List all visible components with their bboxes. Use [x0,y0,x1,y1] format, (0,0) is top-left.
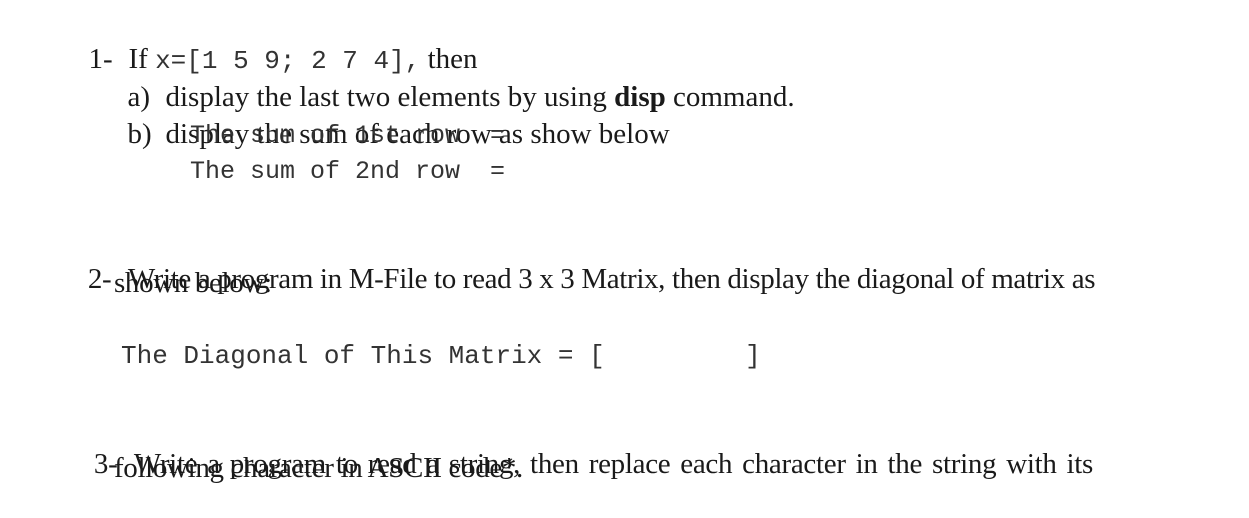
question-1-output-line-2: The sum of 2nd row = [190,157,506,186]
question-2-text-line-1: Write a program in M-File to read 3 x 3 … [127,263,1096,295]
question-2-line-2: shown below: [114,267,272,299]
part-b-label: b) [127,118,152,150]
question-1-output-line-1: The sum of 1st row = [190,121,506,150]
part-a-text-after: command. [665,81,795,113]
question-2-output-line: The Diagonal of This Matrix = [ ] [121,341,761,371]
question-3-line-2: following character in ASCII code*. [114,452,523,484]
